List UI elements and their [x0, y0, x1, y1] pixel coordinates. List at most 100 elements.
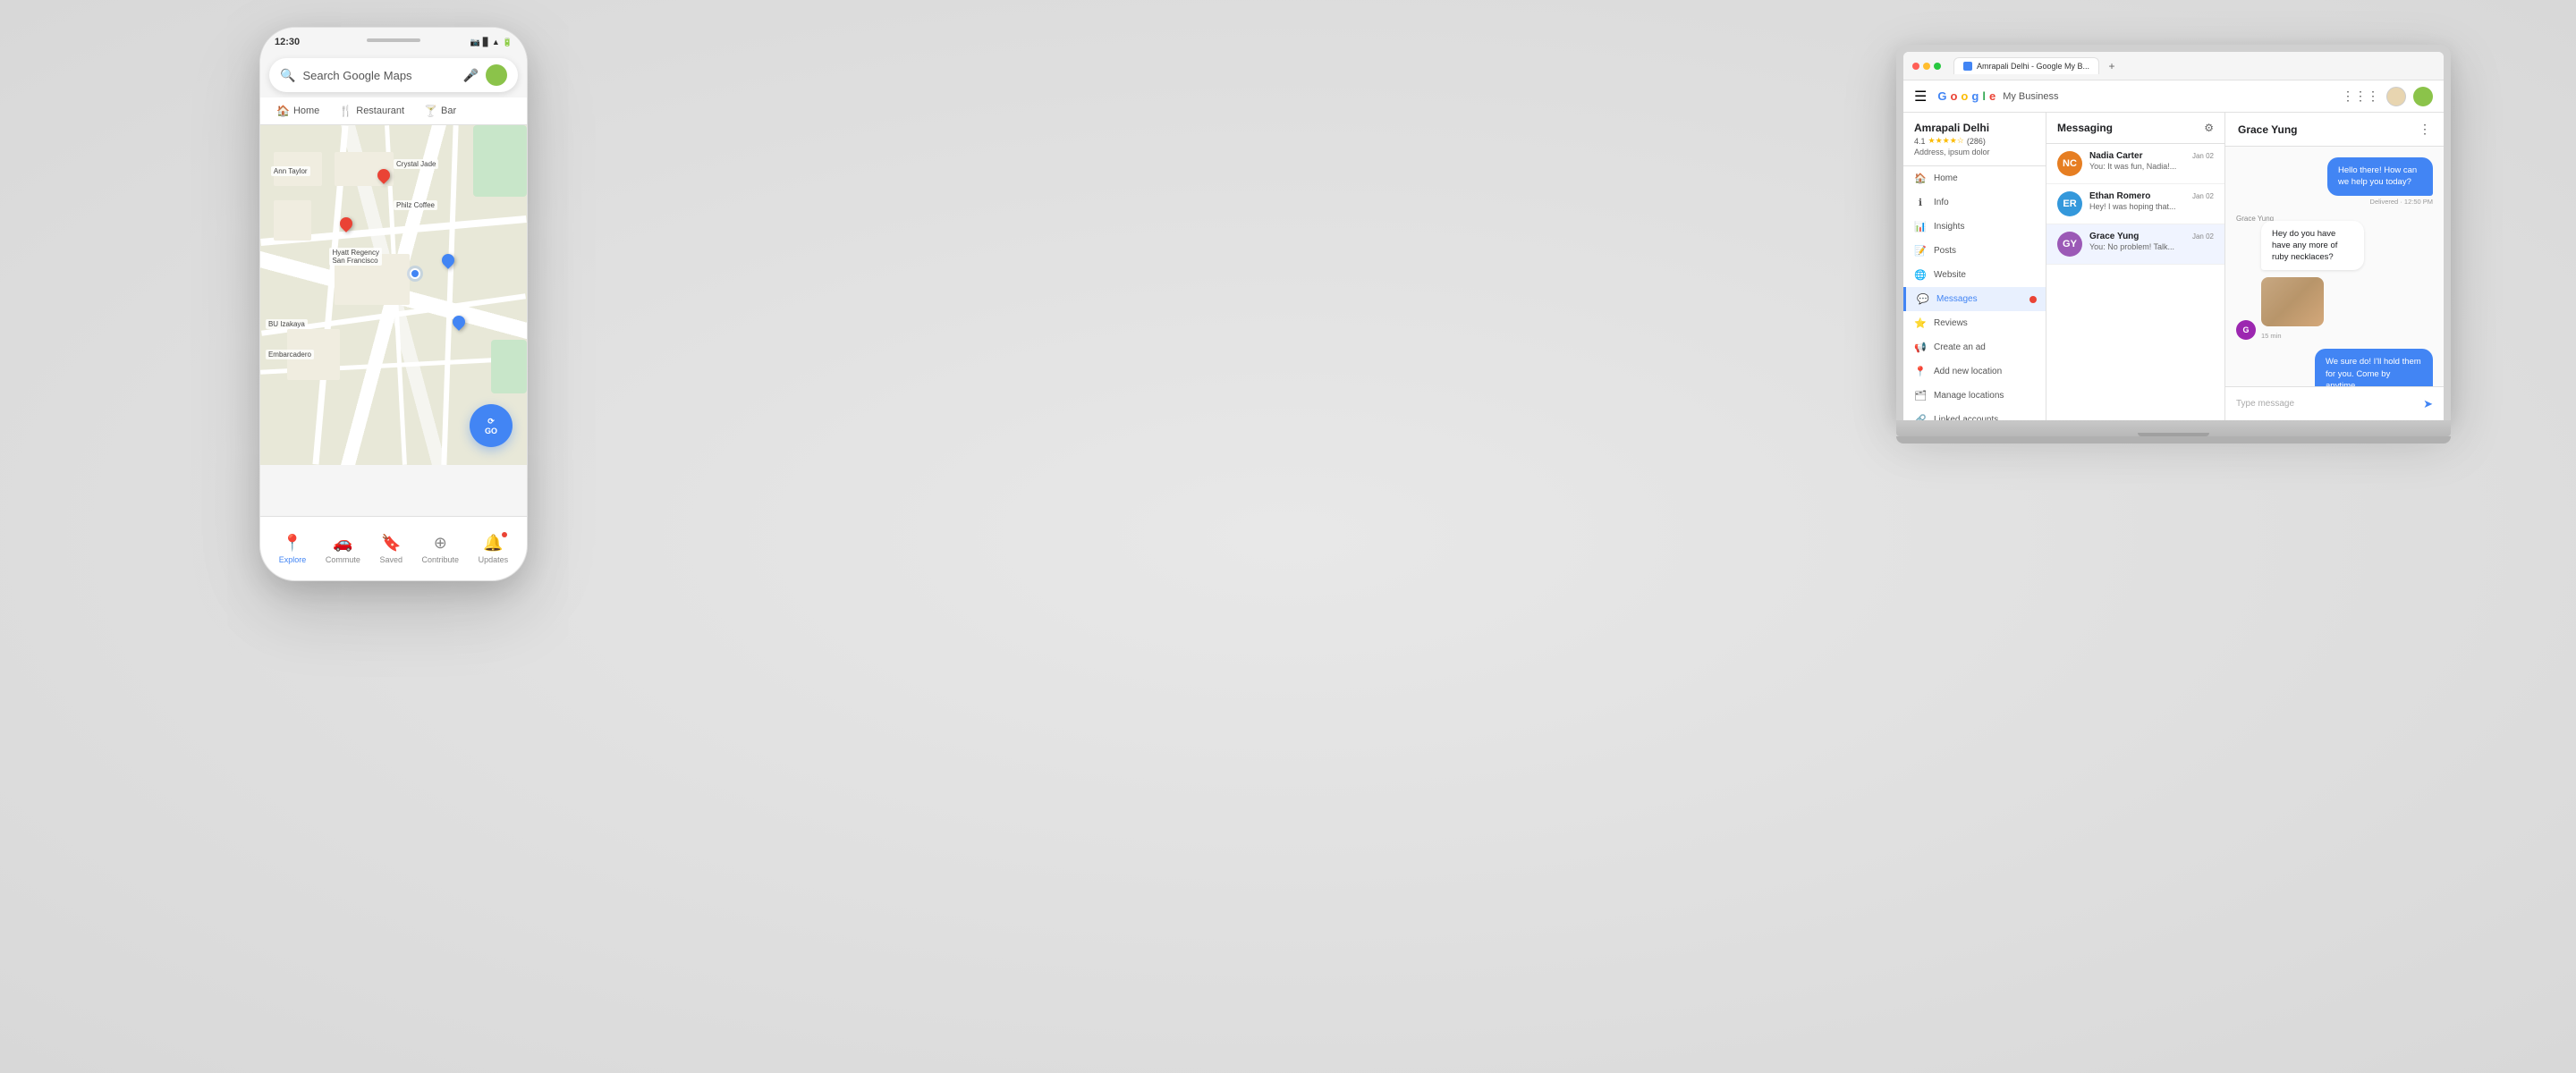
- search-text: Search Google Maps: [302, 69, 455, 82]
- gmb-body: Amrapali Delhi 4.1 ★★★★☆ (286) Address, …: [1903, 113, 2444, 420]
- nav-create-ad[interactable]: 📢 Create an ad: [1903, 335, 2046, 359]
- thread-name-grace: Grace Yung: [2089, 232, 2139, 241]
- nav-commute[interactable]: 🚗 Commute: [326, 534, 360, 564]
- search-bar[interactable]: 🔍 Search Google Maps 🎤: [269, 58, 518, 92]
- nav-add-location[interactable]: 📍 Add new location: [1903, 359, 2046, 384]
- laptop-screen: Amrapali Delhi - Google My B... + ☰ Goog…: [1903, 52, 2444, 420]
- business-info: Amrapali Delhi 4.1 ★★★★☆ (286) Address, …: [1903, 113, 2046, 166]
- bottom-nav: 📍 Explore 🚗 Commute 🔖 Saved ⊕ Contribute: [260, 516, 527, 580]
- minimize-dot[interactable]: [1923, 63, 1930, 70]
- laptop-screen-container: Amrapali Delhi - Google My B... + ☰ Goog…: [1896, 45, 2451, 420]
- review-count: (286): [1967, 137, 1986, 146]
- nav-info[interactable]: ℹ Info: [1903, 190, 2046, 215]
- battery-icon: 🔋: [503, 38, 513, 47]
- messages-nav-label: Messages: [1936, 294, 1978, 304]
- nav-reviews[interactable]: ⭐ Reviews: [1903, 311, 2046, 335]
- thread-name-row-ethan: Ethan Romero Jan 02: [2089, 191, 2214, 201]
- chat-messages: Hello there! How can we help you today? …: [2225, 147, 2444, 386]
- label-hyatt: Hyatt RegencySan Francisco: [329, 248, 381, 266]
- nav-website[interactable]: 🌐 Website: [1903, 263, 2046, 287]
- go-icon: ⟳: [487, 417, 495, 427]
- maximize-dot[interactable]: [1934, 63, 1941, 70]
- nav-contribute[interactable]: ⊕ Contribute: [422, 534, 460, 564]
- create-ad-nav-label: Create an ad: [1934, 342, 1986, 352]
- go-label: GO: [485, 427, 497, 435]
- new-tab-button[interactable]: +: [2105, 59, 2119, 73]
- home-nav-icon: 🏠: [1914, 173, 1927, 184]
- logo-e: e: [1989, 89, 1996, 103]
- nav-manage-locations[interactable]: 🗂 Manage locations: [1903, 384, 2046, 408]
- explore-label: Explore: [279, 555, 307, 564]
- signal-icon: ▊: [483, 38, 489, 47]
- updates-label: Updates: [479, 555, 509, 564]
- reviews-nav-icon: ⭐: [1914, 317, 1927, 329]
- thread-nadia[interactable]: NC Nadia Carter Jan 02 You: It was fun, …: [2046, 144, 2224, 184]
- map-block-3: [274, 200, 311, 241]
- park-area-2: [491, 340, 527, 393]
- chat-input-area: Type message ➤: [2225, 386, 2444, 420]
- posts-nav-label: Posts: [1934, 246, 1956, 256]
- gmb-user-avatar[interactable]: [2413, 87, 2433, 106]
- tab-bar-label: Bar: [441, 106, 456, 116]
- phone-screen: 12:30 📷 ▊ ▲ 🔋 🔍 Search Google Maps 🎤: [260, 28, 527, 580]
- user-avatar[interactable]: [486, 64, 507, 86]
- chat-message-sent-1: Hello there! How can we help you today? …: [2257, 157, 2433, 206]
- gmb-app: ☰ Google My Business ⋮⋮⋮: [1903, 80, 2444, 420]
- status-time: 12:30: [275, 37, 300, 47]
- tab-home[interactable]: 🏠 Home: [267, 97, 328, 124]
- notification-icon[interactable]: [2386, 87, 2406, 106]
- nav-insights[interactable]: 📊 Insights: [1903, 215, 2046, 239]
- time-divider-1: 15 min: [2261, 332, 2282, 340]
- business-address: Address, ipsum dolor: [1914, 148, 2035, 156]
- nav-linked-accounts[interactable]: 🔗 Linked accounts: [1903, 408, 2046, 420]
- thread-ethan[interactable]: ER Ethan Romero Jan 02 Hey! I was hoping…: [2046, 184, 2224, 224]
- home-nav-label: Home: [1934, 173, 1958, 183]
- thread-name-ethan: Ethan Romero: [2089, 191, 2150, 201]
- nav-posts[interactable]: 📝 Posts: [1903, 239, 2046, 263]
- go-button[interactable]: ⟳ GO: [470, 404, 513, 447]
- home-icon: 🏠: [276, 105, 290, 117]
- scene: 12:30 📷 ▊ ▲ 🔋 🔍 Search Google Maps 🎤: [0, 0, 2576, 1073]
- thread-content-nadia: Nadia Carter Jan 02 You: It was fun, Nad…: [2089, 151, 2214, 171]
- nav-messages[interactable]: 💬 Messages: [1903, 287, 2046, 311]
- logo-o1: o: [1950, 89, 1957, 103]
- tab-bar[interactable]: 🍸 Bar: [415, 97, 465, 124]
- contribute-icon: ⊕: [434, 534, 447, 553]
- posts-nav-icon: 📝: [1914, 245, 1927, 257]
- rating-value: 4.1: [1914, 137, 1926, 146]
- saved-label: Saved: [379, 555, 402, 564]
- laptop-stand: [1896, 436, 2451, 444]
- thread-grace[interactable]: GY Grace Yung Jan 02 You: No problem! Ta…: [2046, 224, 2224, 265]
- tab-restaurant[interactable]: 🍴 Restaurant: [330, 97, 413, 124]
- gmb-header-right: ⋮⋮⋮: [2342, 87, 2433, 106]
- messages-panel: Messaging ⚙ NC Nadia Carter Jan 02: [2046, 113, 2225, 420]
- business-name: Amrapali Delhi: [1914, 122, 2035, 134]
- restaurant-icon: 🍴: [339, 105, 352, 117]
- phone-body: 12:30 📷 ▊ ▲ 🔋 🔍 Search Google Maps 🎤: [259, 27, 528, 581]
- chat-more-icon[interactable]: ⋮: [2419, 122, 2431, 137]
- label-philz: Philz Coffee: [394, 200, 437, 210]
- wifi-icon: ▲: [492, 38, 500, 46]
- close-dot[interactable]: [1912, 63, 1919, 70]
- apps-icon[interactable]: ⋮⋮⋮: [2342, 89, 2379, 104]
- browser-tab[interactable]: Amrapali Delhi - Google My B...: [1953, 57, 2099, 74]
- laptop-body: Amrapali Delhi - Google My B... + ☰ Goog…: [1896, 45, 2451, 444]
- gmb-title: My Business: [2003, 91, 2058, 102]
- add-location-nav-label: Add new location: [1934, 367, 2002, 376]
- received-content-1: Hey do you have have any more of ruby ne…: [2261, 221, 2433, 341]
- website-nav-label: Website: [1934, 270, 1966, 280]
- sent-bubble-1: Hello there! How can we help you today?: [2327, 157, 2433, 196]
- logo-l: l: [1982, 89, 1986, 103]
- thread-date-ethan: Jan 02: [2192, 192, 2214, 200]
- mic-icon[interactable]: 🎤: [463, 68, 479, 83]
- manage-locations-nav-icon: 🗂: [1914, 390, 1927, 401]
- nav-explore[interactable]: 📍 Explore: [279, 534, 307, 564]
- label-izakaya: BU Izakaya: [266, 319, 308, 329]
- menu-icon[interactable]: ☰: [1914, 88, 1927, 106]
- nav-updates[interactable]: 🔔 Updates: [479, 534, 509, 564]
- send-icon[interactable]: ➤: [2423, 397, 2433, 411]
- messages-settings-icon[interactable]: ⚙: [2204, 122, 2214, 134]
- nav-home[interactable]: 🏠 Home: [1903, 166, 2046, 190]
- map-area[interactable]: Ann Taylor Crystal Jade Philz Coffee Hya…: [260, 125, 527, 465]
- nav-saved[interactable]: 🔖 Saved: [379, 534, 402, 564]
